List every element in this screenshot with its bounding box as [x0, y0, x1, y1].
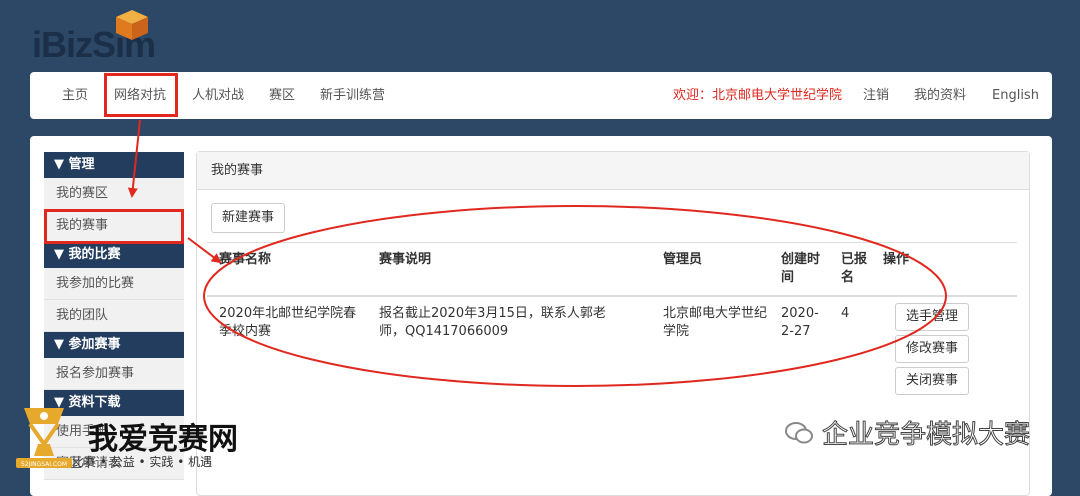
col-event-name: 赛事名称 — [219, 252, 272, 267]
cell-registered: 4 — [841, 306, 850, 321]
sidebar-item-my-zone[interactable]: 我的赛区 — [44, 178, 184, 210]
col-admin: 管理员 — [663, 252, 703, 267]
sidebar-section-join-events[interactable]: ▼ 参加赛事 — [44, 332, 184, 358]
edit-event-button[interactable]: 修改赛事 — [895, 335, 969, 363]
nav-english[interactable]: English — [992, 72, 1039, 119]
col-event-desc: 赛事说明 — [379, 252, 432, 267]
wechat-icon — [785, 422, 813, 444]
ibizsim-logo[interactable]: iBizSim — [28, 6, 178, 66]
cube-icon — [116, 10, 148, 40]
cell-admin: 北京邮电大学世纪学院 — [663, 306, 768, 339]
new-event-button[interactable]: 新建赛事 — [211, 203, 285, 233]
manage-players-button[interactable]: 选手管理 — [895, 303, 969, 331]
sidebar-section-my-matches[interactable]: ▼ 我的比赛 — [44, 242, 184, 268]
highlight-box-sidebar — [44, 209, 184, 244]
svg-text:52JINGSAI.COM: 52JINGSAI.COM — [21, 461, 67, 468]
table-header: 赛事名称 赛事说明 管理员 创建时间 已报名 操作 — [207, 242, 1017, 297]
nav-home[interactable]: 主页 — [62, 72, 88, 119]
panel-title: 我的赛事 — [197, 152, 1029, 190]
cell-created: 2020-2-27 — [781, 306, 819, 339]
cell-event-name: 2020年北邮世纪学院春季校内赛 — [219, 306, 357, 339]
watermark-52jingsai: 52JINGSAI.COM 我爱竞赛网 比赛 • 公益 • 实践 • 机遇 — [14, 404, 254, 480]
top-navbar: 主页 网络对抗 人机对战 赛区 新手训练营 欢迎：北京邮电大学世纪学院 注销 我… — [30, 72, 1052, 119]
watermark-wechat: 企业竞争模拟大赛 — [784, 414, 1031, 451]
nav-logout[interactable]: 注销 — [863, 72, 889, 119]
cell-event-desc: 报名截止2020年3月15日，联系人郭老师，QQ1417066009 — [379, 306, 606, 339]
nav-zone[interactable]: 赛区 — [269, 72, 295, 119]
sidebar-item-register-event[interactable]: 报名参加赛事 — [44, 358, 184, 390]
sidebar-item-joined-matches[interactable]: 我参加的比赛 — [44, 268, 184, 300]
close-event-button[interactable]: 关闭赛事 — [895, 367, 969, 395]
nav-human-vs-machine[interactable]: 人机对战 — [192, 72, 244, 119]
col-actions: 操作 — [883, 252, 910, 267]
welcome-user-link[interactable]: 欢迎：北京邮电大学世纪学院 — [673, 72, 842, 119]
trophy-icon: 52JINGSAI.COM — [16, 408, 72, 468]
highlight-box-nav — [104, 73, 178, 117]
col-registered: 已报名 — [841, 252, 868, 285]
watermark-title: 我爱竞赛网 — [88, 422, 238, 457]
col-created: 创建时间 — [781, 252, 821, 285]
events-table: 赛事名称 赛事说明 管理员 创建时间 已报名 操作 2020年北邮世纪学院春季校… — [207, 242, 1017, 397]
sidebar-item-my-team[interactable]: 我的团队 — [44, 300, 184, 332]
nav-profile[interactable]: 我的资料 — [914, 72, 966, 119]
watermark-subtitle: 比赛 • 公益 • 实践 • 机遇 — [72, 455, 213, 469]
sidebar-section-manage[interactable]: ▼ 管理 — [44, 152, 184, 178]
table-row: 2020年北邮世纪学院春季校内赛 报名截止2020年3月15日，联系人郭老师，Q… — [207, 297, 1017, 397]
nav-training-camp[interactable]: 新手训练营 — [320, 72, 385, 119]
